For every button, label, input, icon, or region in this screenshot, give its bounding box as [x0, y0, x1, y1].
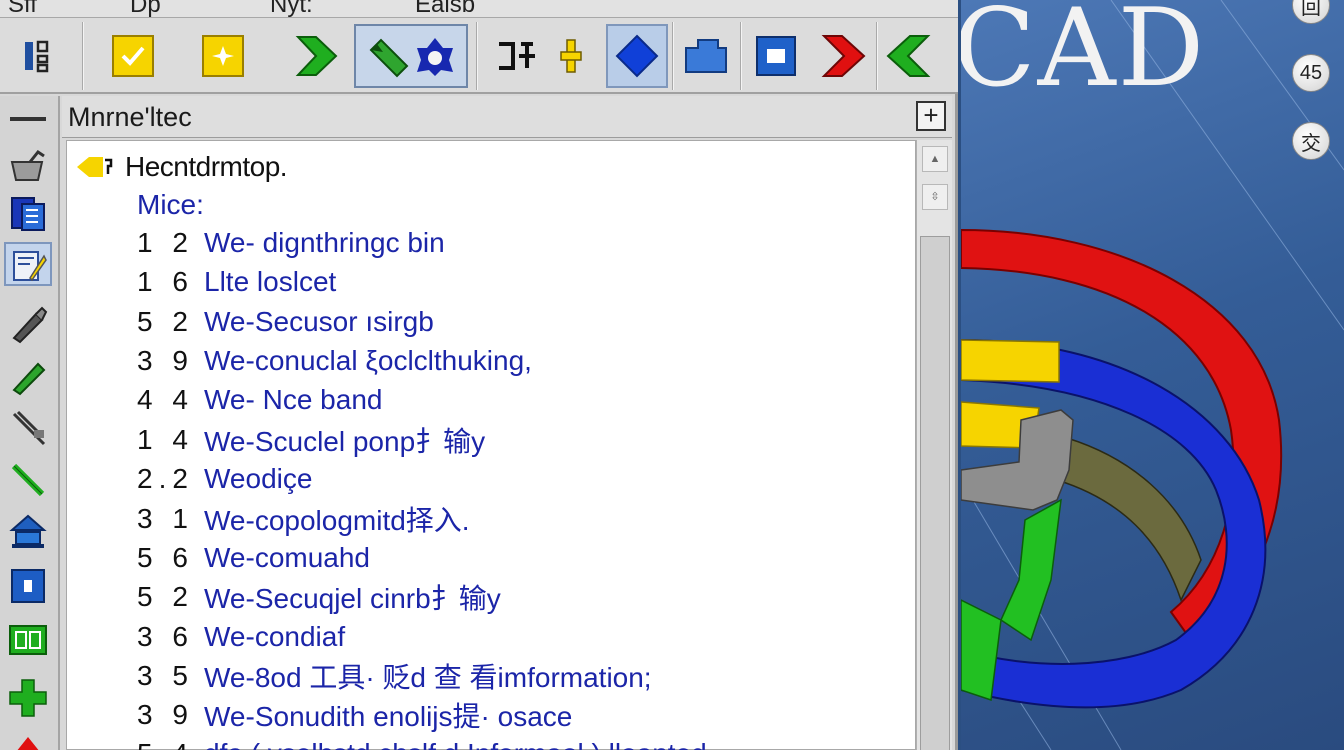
blue-square-icon[interactable]: [752, 24, 800, 88]
house-icon[interactable]: [4, 510, 52, 554]
edit-pad-icon[interactable]: [4, 242, 52, 286]
tree-row[interactable]: 3 9 We-conuclal ξoclclthuking,: [137, 343, 532, 379]
green-plus-icon[interactable]: [4, 676, 52, 720]
tree-row[interactable]: 3 9 We-Sonudith enolijs提· osace: [137, 697, 572, 733]
tree-subheading: Mice:: [137, 189, 204, 220]
blue-flower-icon: [417, 38, 453, 76]
layers-icon[interactable]: [4, 192, 52, 236]
layout-grid-icon[interactable]: [18, 24, 64, 88]
scroll-up-icon[interactable]: ▲: [922, 146, 948, 172]
tree-row[interactable]: 1 4 We-Scuclel ponp扌输y: [137, 422, 485, 458]
yellow-folder-arrow-icon: [77, 157, 113, 177]
tree-row[interactable]: 5 2 We-Secusor ısirgb: [137, 304, 434, 340]
menu-item[interactable]: Sff: [8, 0, 37, 17]
tree-row[interactable]: 2.2 Weodiçe: [137, 461, 312, 497]
green-arrow-right-icon[interactable]: [292, 24, 342, 88]
pot-icon[interactable]: [4, 144, 52, 188]
tree-root[interactable]: Hecntdrmtop.: [75, 151, 288, 183]
tree-row[interactable]: 3 5 We-8od 工具· 贬d 查 看imformation;: [137, 658, 652, 694]
scroll-grip-icon[interactable]: ⇳: [922, 184, 948, 210]
yellow-star-icon[interactable]: [198, 24, 248, 88]
green-pencil-icon[interactable]: [4, 354, 52, 398]
menu-bar: Sff Dp Nyt: Ealsb: [0, 0, 958, 18]
bracket-symbol-icon[interactable]: [490, 24, 544, 88]
bar-icon[interactable]: [4, 98, 52, 142]
tree-row[interactable]: 1 2 We- dignthringc bin: [137, 225, 445, 261]
expand-button[interactable]: +: [916, 101, 946, 131]
blue-block-icon[interactable]: [680, 24, 732, 88]
3d-ring-model: [961, 228, 1283, 709]
green-tool-icon: [369, 38, 409, 78]
yellow-check-icon[interactable]: [108, 24, 158, 88]
scroll-thumb[interactable]: [920, 236, 950, 750]
tree-row[interactable]: 5 6 We-comuahd: [137, 540, 370, 576]
yellow-pin-icon[interactable]: [554, 24, 588, 88]
vertical-scrollbar[interactable]: ▲ ⇳: [916, 140, 952, 750]
pen-icon[interactable]: [4, 302, 52, 346]
left-toolbar: [0, 96, 60, 750]
menu-item[interactable]: Ealsb: [415, 0, 475, 17]
panel-title: Mnrne'ltec: [68, 102, 192, 132]
3d-viewport[interactable]: CAD 回 45 交: [961, 0, 1344, 750]
menu-item[interactable]: Nyt:: [270, 0, 313, 17]
tree-row[interactable]: 5 4dfa ( vselhstd chslf d Informaol ) ll…: [137, 736, 722, 750]
application-window: Sff Dp Nyt: Ealsb Mnrne'ltec + Hecntdrmt…: [0, 0, 958, 750]
tree-view: Hecntdrmtop. Mice: 1 2 We- dignthringc bi…: [66, 140, 916, 750]
green-arrow-left-icon[interactable]: [882, 24, 934, 88]
tree-row[interactable]: 5 2 We-Secuqjel cinrb扌输y: [137, 579, 501, 615]
main-toolbar: [0, 18, 958, 94]
panel-header: Mnrne'ltec +: [62, 96, 952, 138]
tweezers-icon[interactable]: [4, 406, 52, 450]
blue-diamond-icon[interactable]: [606, 24, 668, 88]
tree-root-label: Hecntdrmtop.: [125, 151, 288, 182]
green-line-icon[interactable]: [4, 458, 52, 502]
red-arrow-up-icon[interactable]: [4, 726, 52, 750]
red-arrow-right-icon[interactable]: [818, 24, 870, 88]
green-block-icon[interactable]: [4, 618, 52, 662]
tree-row[interactable]: 3 1 We-copologmitd择入.: [137, 501, 470, 537]
menu-item[interactable]: Dp: [130, 0, 161, 17]
tree-row[interactable]: 3 6 We-condiaf: [137, 619, 345, 655]
tree-row[interactable]: 1 6 Llte loslcet: [137, 264, 336, 300]
green-tool-button[interactable]: [354, 24, 468, 88]
tree-row[interactable]: 4 4 We- Nce band: [137, 382, 382, 418]
frame-icon[interactable]: [4, 564, 52, 608]
